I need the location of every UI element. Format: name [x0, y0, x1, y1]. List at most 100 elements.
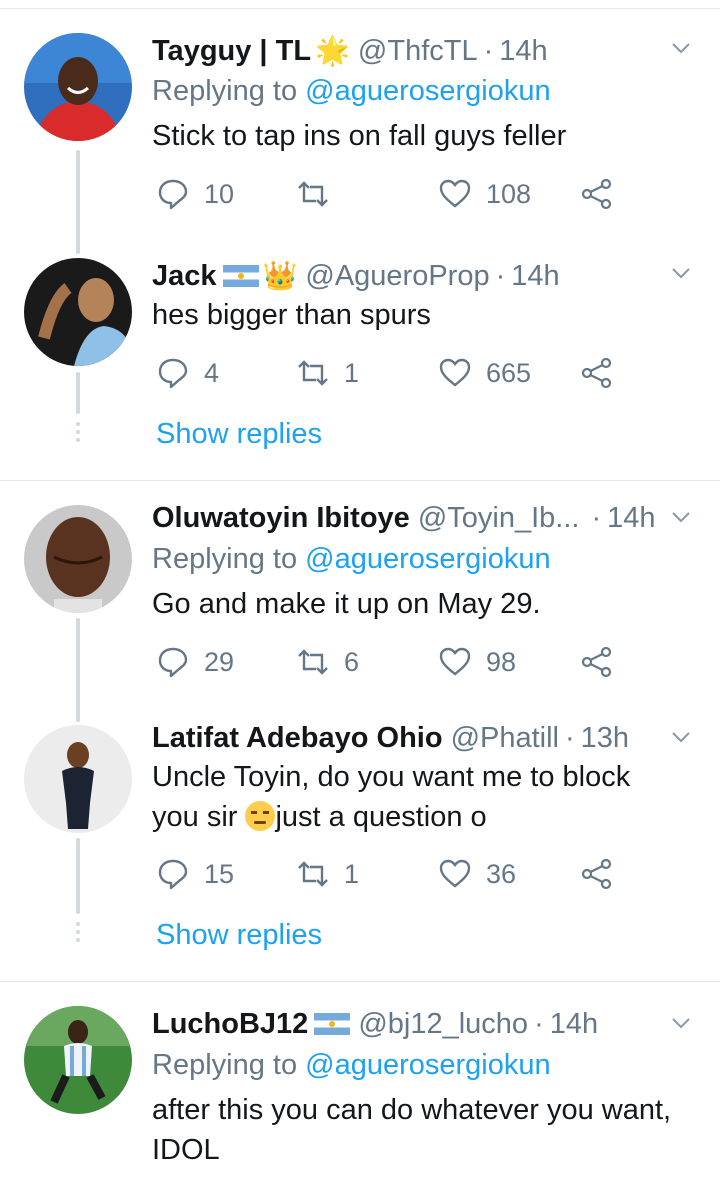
show-replies-link[interactable]: Show replies: [156, 418, 322, 451]
chevron-down-icon[interactable]: [670, 262, 692, 284]
share-icon: [581, 357, 612, 389]
retweet-button[interactable]: 1: [296, 353, 359, 393]
top-divider: [0, 8, 720, 9]
chevron-down-icon[interactable]: [670, 1012, 692, 1034]
share-icon: [581, 858, 612, 890]
thread-line: [76, 618, 80, 722]
replying-to-label: Replying to: [152, 75, 306, 107]
reply-icon: [158, 859, 188, 890]
like-count: 36: [486, 858, 517, 889]
divider: [0, 981, 720, 982]
tweet-text-line: Uncle Toyin, do you want me to block: [152, 761, 631, 793]
reply-count: 29: [204, 646, 235, 677]
reply-count: 10: [204, 178, 235, 209]
timestamp[interactable]: 13h: [581, 722, 629, 755]
like-button[interactable]: 665: [438, 353, 531, 393]
tweet-header: Latifat Adebayo Ohio @Phatill · 13h: [152, 718, 662, 758]
reply-count: 15: [204, 858, 235, 889]
mention-link[interactable]: @aguerosergiokun: [305, 1049, 550, 1081]
avatar[interactable]: [24, 33, 132, 141]
retweet-count: 1: [344, 357, 360, 388]
heart-icon: [439, 358, 471, 387]
chevron-down-icon[interactable]: [670, 37, 692, 59]
retweet-icon: [298, 181, 328, 207]
divider: [0, 480, 720, 481]
like-count: 108: [486, 178, 532, 209]
share-button[interactable]: [580, 174, 614, 214]
share-button[interactable]: [580, 642, 614, 682]
user-handle[interactable]: @ThfcTL: [358, 35, 478, 68]
thread-line: [76, 150, 80, 254]
timestamp[interactable]: 14h: [607, 502, 655, 535]
avatar[interactable]: [24, 1006, 132, 1114]
tweet-text: hes bigger than spurs: [152, 299, 431, 331]
tweet-actions: 15 1 36: [152, 854, 632, 894]
thread-line: [76, 838, 80, 914]
user-handle[interactable]: @AgueroProp: [305, 260, 489, 293]
replying-to-label: Replying to: [152, 1049, 306, 1081]
retweet-button[interactable]: [296, 174, 344, 214]
crown-emoji: 👑: [262, 260, 298, 291]
retweet-icon: [298, 861, 328, 887]
reply-icon: [158, 179, 188, 210]
like-count: 98: [486, 646, 517, 677]
like-button[interactable]: 36: [438, 854, 516, 894]
user-handle[interactable]: @bj12_lucho: [358, 1008, 528, 1041]
retweet-icon: [298, 649, 328, 675]
reply-icon: [158, 647, 188, 678]
separator: ·: [495, 259, 506, 292]
share-button[interactable]: [580, 353, 614, 393]
retweet-button[interactable]: 6: [296, 642, 359, 682]
display-name[interactable]: Jack: [152, 260, 217, 293]
reply-button[interactable]: 29: [156, 642, 234, 682]
separator: ·: [534, 1007, 544, 1040]
mention-link[interactable]: @aguerosergiokun: [305, 543, 550, 575]
tweet-text-fragment: you sir: [152, 801, 246, 833]
tweet-text-line: after this you can do whatever you want,: [152, 1094, 672, 1126]
show-replies-link[interactable]: Show replies: [156, 919, 322, 952]
argentina-flag-icon: [222, 265, 259, 287]
display-name[interactable]: LuchoBJ12: [152, 1008, 308, 1041]
star-emoji: 🌟: [315, 35, 350, 66]
tweet-header: Oluwatoyin Ibitoye @Toyin_Ib... · 14h: [152, 498, 662, 538]
reply-button[interactable]: 15: [156, 854, 234, 894]
replying-to: Replying to @aguerosergiokun: [152, 1049, 551, 1082]
display-name[interactable]: Latifat Adebayo Ohio: [152, 722, 443, 755]
like-button[interactable]: 108: [438, 174, 531, 214]
argentina-flag-icon: [314, 1013, 351, 1035]
share-button[interactable]: [580, 854, 614, 894]
chevron-down-icon[interactable]: [670, 506, 692, 528]
user-handle[interactable]: @Phatill: [451, 722, 559, 755]
replying-to-label: Replying to: [152, 543, 306, 575]
tweet-text-fragment: just a question o: [275, 801, 487, 833]
replying-to: Replying to @aguerosergiokun: [152, 75, 551, 108]
thread-dots: [76, 422, 80, 446]
reply-button[interactable]: 10: [156, 174, 234, 214]
thread-dots: [76, 922, 80, 946]
retweet-count: 6: [344, 646, 360, 677]
heart-icon: [439, 859, 471, 888]
reply-icon: [158, 358, 188, 389]
tweet-text: Go and make it up on May 29.: [152, 588, 541, 620]
like-button[interactable]: 98: [438, 642, 516, 682]
mention-link[interactable]: @aguerosergiokun: [305, 75, 550, 107]
share-icon: [581, 646, 612, 678]
reply-button[interactable]: 4: [156, 353, 219, 393]
retweet-button[interactable]: 1: [296, 854, 359, 894]
tweet-text: Stick to tap ins on fall guys feller: [152, 120, 567, 152]
display-name[interactable]: Tayguy | TL: [152, 35, 311, 68]
timestamp[interactable]: 14h: [499, 35, 547, 68]
heart-icon: [439, 647, 471, 676]
user-handle[interactable]: @Toyin_Ib...: [418, 502, 580, 535]
avatar[interactable]: [24, 725, 132, 833]
tweet-header: LuchoBJ12 @bj12_lucho · 14h: [152, 1004, 662, 1044]
tweet-text-line: you sir just a question o: [152, 797, 690, 837]
replying-to: Replying to @aguerosergiokun: [152, 543, 551, 576]
chevron-down-icon[interactable]: [670, 726, 692, 748]
avatar[interactable]: [24, 505, 132, 613]
display-name[interactable]: Oluwatoyin Ibitoye: [152, 502, 410, 535]
separator: ·: [565, 721, 575, 754]
timestamp[interactable]: 14h: [550, 1008, 598, 1041]
timestamp[interactable]: 14h: [511, 260, 559, 293]
avatar[interactable]: [24, 258, 132, 366]
